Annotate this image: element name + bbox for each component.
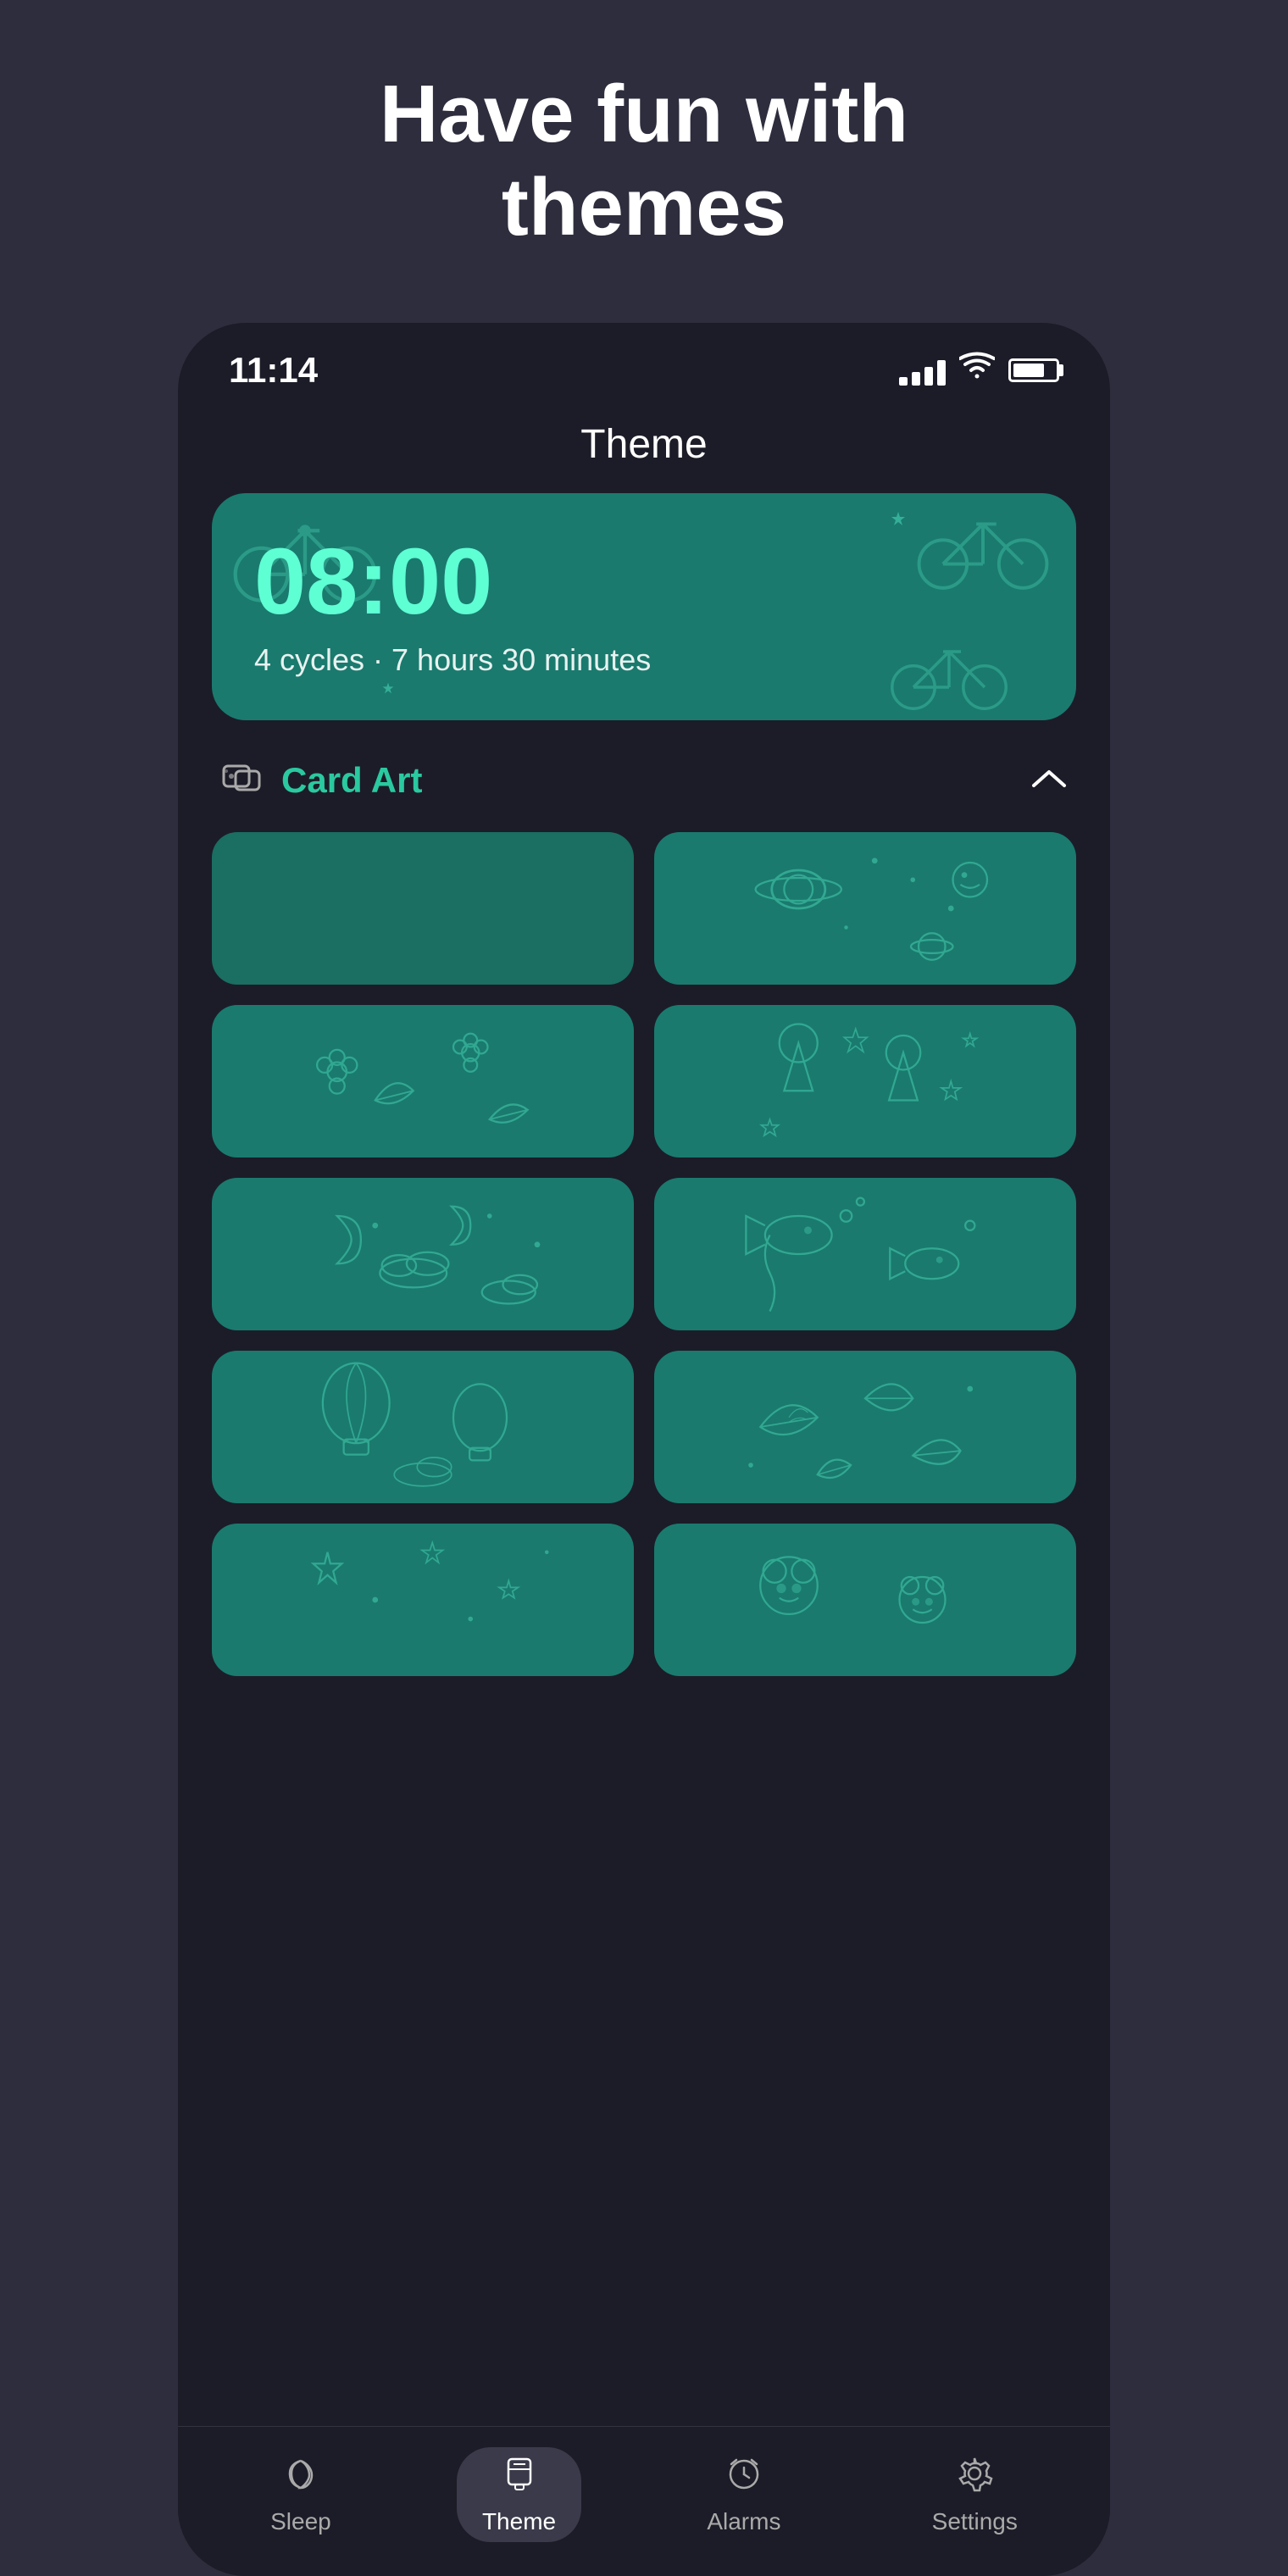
nav-label-sleep: Sleep bbox=[270, 2508, 331, 2535]
card-thumb-flowers[interactable] bbox=[212, 1005, 634, 1158]
card-grid bbox=[212, 832, 1076, 1676]
stars-pattern bbox=[654, 1005, 1076, 1158]
card-thumb-leaf[interactable] bbox=[654, 1351, 1076, 1503]
card-thumb-balloon[interactable] bbox=[212, 1351, 634, 1503]
card-art-label: Card Art bbox=[281, 760, 422, 801]
nav-label-alarms: Alarms bbox=[707, 2508, 780, 2535]
card-thumb-partial2[interactable] bbox=[654, 1524, 1076, 1676]
alarm-card[interactable]: 08:00 4 cycles · 7 hours 30 minutes bbox=[212, 493, 1076, 720]
flowers-pattern bbox=[212, 1005, 634, 1158]
gear-icon bbox=[955, 2454, 994, 2501]
leaves-pattern bbox=[654, 1351, 1076, 1503]
signal-bar-4 bbox=[937, 360, 946, 386]
screen-title: Theme bbox=[178, 404, 1110, 493]
status-bar: 11:14 bbox=[178, 323, 1110, 404]
alarm-time: 08:00 bbox=[254, 536, 1034, 629]
signal-bar-1 bbox=[899, 377, 908, 386]
space-pattern bbox=[654, 832, 1076, 985]
moon-icon bbox=[281, 2454, 320, 2501]
wifi-icon bbox=[959, 351, 995, 389]
phone-mockup: 11:14 Theme bbox=[178, 323, 1110, 2576]
card-art-icon bbox=[220, 754, 264, 807]
alarm-subtitle: 4 cycles · 7 hours 30 minutes bbox=[254, 642, 1034, 678]
section-header: Card Art bbox=[212, 754, 1076, 807]
battery-fill bbox=[1013, 364, 1044, 377]
moon-pattern bbox=[212, 1178, 634, 1330]
card-thumb-moon[interactable] bbox=[212, 1178, 634, 1330]
chevron-up-icon[interactable] bbox=[1030, 761, 1068, 799]
card-thumb-stars[interactable] bbox=[654, 1005, 1076, 1158]
signal-bar-3 bbox=[924, 367, 933, 386]
status-time: 11:14 bbox=[229, 350, 318, 391]
nav-item-sleep[interactable]: Sleep bbox=[245, 2447, 357, 2542]
alarm-icon bbox=[724, 2454, 763, 2501]
battery-icon bbox=[1008, 358, 1059, 382]
partial1-pattern bbox=[212, 1524, 634, 1676]
nav-item-alarms[interactable]: Alarms bbox=[681, 2447, 806, 2542]
nav-item-theme[interactable]: Theme bbox=[457, 2447, 581, 2542]
nav-label-theme: Theme bbox=[482, 2508, 556, 2535]
status-icons bbox=[899, 351, 1059, 389]
nav-item-settings[interactable]: Settings bbox=[907, 2447, 1043, 2542]
bottom-nav: Sleep Theme bbox=[178, 2426, 1110, 2576]
fish-pattern bbox=[654, 1178, 1076, 1330]
card-thumb-fish[interactable] bbox=[654, 1178, 1076, 1330]
card-thumb-plain[interactable] bbox=[212, 832, 634, 985]
card-thumb-space[interactable] bbox=[654, 832, 1076, 985]
nav-label-settings: Settings bbox=[932, 2508, 1018, 2535]
brush-icon bbox=[500, 2454, 539, 2501]
card-thumb-partial1[interactable] bbox=[212, 1524, 634, 1676]
signal-icon bbox=[899, 355, 946, 386]
partial2-pattern bbox=[654, 1524, 1076, 1676]
card-art-section: Card Art bbox=[178, 754, 1110, 2426]
section-header-left: Card Art bbox=[220, 754, 422, 807]
signal-bar-2 bbox=[912, 372, 920, 386]
page-header: Have fun with themes bbox=[295, 68, 993, 255]
balloon-pattern bbox=[212, 1351, 634, 1503]
